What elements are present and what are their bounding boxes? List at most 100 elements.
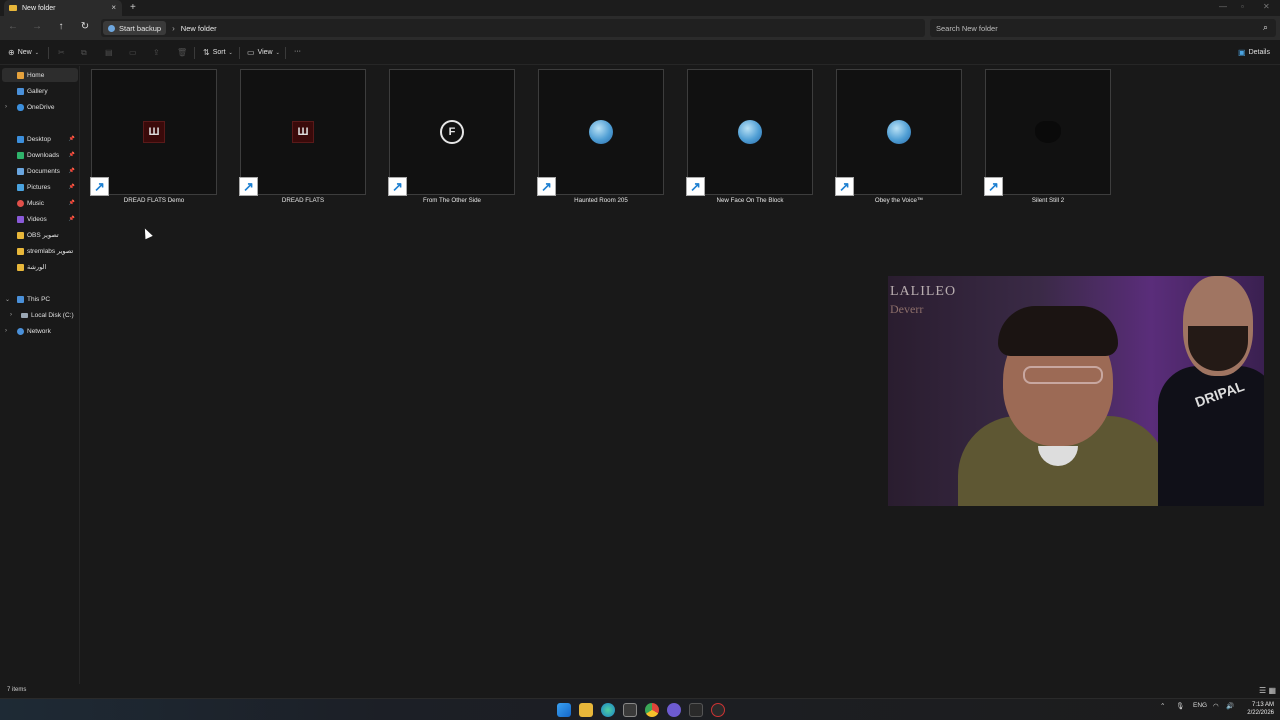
file-name[interactable]: Obey the Voice™ (836, 197, 962, 204)
document-icon (17, 167, 24, 175)
globe-icon (738, 120, 762, 144)
sidebar-item-network[interactable]: › Network (0, 324, 78, 338)
chevron-right-icon[interactable]: › (5, 328, 7, 334)
xbox-icon[interactable] (689, 703, 703, 717)
desktop-icon (17, 135, 24, 143)
sort-button[interactable]: ⇅ Sort ⌄ (203, 48, 236, 57)
folder-icon (17, 231, 24, 239)
tab-new-folder[interactable]: New folder × (4, 0, 122, 16)
pin-icon[interactable]: 📌 (69, 200, 75, 206)
details-button[interactable]: ▣ Details (1238, 48, 1270, 57)
search-input[interactable]: Search New folder ⌕ (930, 19, 1276, 37)
start-icon[interactable] (557, 703, 571, 717)
sidebar-item-label: Network (27, 327, 51, 335)
new-tab-button[interactable]: + (130, 2, 136, 13)
file-name[interactable]: New Face On The Block (687, 197, 813, 204)
file-name[interactable]: Haunted Room 205 (538, 197, 664, 204)
chrome-icon[interactable] (645, 703, 659, 717)
new-button[interactable]: ⊕ New ⌄ (8, 48, 42, 57)
pin-icon[interactable]: 📌 (69, 152, 75, 158)
file-tile[interactable]: Ш ↗ (239, 69, 366, 196)
sidebar-item-downloads[interactable]: Downloads 📌 (0, 148, 78, 162)
sidebar-item-label: Pictures (27, 183, 51, 191)
sidebar-item-workshop[interactable]: الورشة (0, 260, 78, 274)
cut-button[interactable]: ✂ (58, 48, 68, 57)
edge-icon[interactable] (601, 703, 615, 717)
rename-button[interactable]: ▭ (129, 48, 140, 57)
mouse-cursor-icon (141, 226, 153, 240)
search-icon[interactable]: ⌕ (1263, 22, 1268, 33)
sidebar-item-label: stremlabs تصوير (27, 248, 74, 255)
store-icon[interactable] (623, 703, 637, 717)
copy-button[interactable]: ⧉ (81, 48, 90, 58)
sidebar-item-local-disk[interactable]: › Local Disk (C:) (0, 308, 78, 322)
chevron-right-icon[interactable]: › (172, 24, 175, 33)
breadcrumb-new-folder[interactable]: New folder (181, 24, 217, 33)
file-name[interactable]: From The Other Side (389, 197, 515, 204)
up-icon[interactable]: ↑ (54, 21, 68, 32)
chevron-right-icon[interactable]: › (10, 312, 12, 318)
share-button[interactable]: ⇪ (153, 48, 163, 57)
refresh-icon[interactable]: ↻ (78, 21, 92, 32)
sidebar-item-label: Local Disk (C:) (31, 311, 74, 319)
discord-icon[interactable] (667, 703, 681, 717)
sidebar-item-videos[interactable]: Videos 📌 (0, 212, 78, 226)
sidebar-item-documents[interactable]: Documents 📌 (0, 164, 78, 178)
obs-icon[interactable] (711, 703, 725, 717)
music-icon (17, 199, 24, 207)
breadcrumb-start-backup[interactable]: Start backup (103, 21, 167, 35)
file-tile[interactable]: ↗ (537, 69, 664, 196)
file-name[interactable]: DREAD FLATS Demo (91, 197, 217, 204)
more-icon: ··· (294, 48, 301, 55)
taskbar: ⌃ 🎙 ENG ◠ 🔊 7:13 AM 2/22/2026 (0, 698, 1280, 720)
file-name[interactable]: DREAD FLATS (240, 197, 366, 204)
microphone-icon[interactable]: 🎙 (1176, 702, 1184, 710)
file-tile[interactable]: Ш ↗ (90, 69, 217, 196)
back-icon[interactable]: ← (6, 21, 20, 32)
delete-button[interactable]: 🗑 (177, 48, 190, 57)
sidebar-item-obs[interactable]: OBS تصوير (0, 228, 78, 242)
language-indicator[interactable]: ENG (1193, 702, 1207, 709)
divider (194, 47, 195, 59)
pin-icon[interactable]: 📌 (69, 216, 75, 222)
breadcrumb[interactable]: Start backup › New folder (101, 19, 925, 37)
minimize-icon[interactable]: — (1219, 2, 1227, 11)
sidebar-item-pictures[interactable]: Pictures 📌 (0, 180, 78, 194)
sidebar-item-desktop[interactable]: Desktop 📌 (0, 132, 78, 146)
file-tile[interactable]: ↗ (686, 69, 813, 196)
pin-icon[interactable]: 📌 (69, 136, 75, 142)
clock[interactable]: 7:13 AM 2/22/2026 (1238, 701, 1274, 717)
more-options-button[interactable]: ··· (294, 48, 301, 55)
view-toggle[interactable]: ☰ ▦ (1259, 686, 1276, 695)
file-tile[interactable]: F ↗ (388, 69, 515, 196)
maximize-icon[interactable]: ▫ (1241, 2, 1244, 11)
sidebar-item-gallery[interactable]: Gallery (0, 84, 78, 98)
sidebar-item-this-pc[interactable]: ⌄ This PC (0, 292, 78, 306)
gallery-icon (17, 87, 24, 95)
sidebar-item-home[interactable]: Home (2, 68, 78, 82)
file-tile[interactable]: ↗ (835, 69, 962, 196)
globe-icon (887, 120, 911, 144)
chevron-down-icon[interactable]: ⌄ (5, 296, 10, 303)
forward-icon[interactable]: → (30, 21, 44, 32)
paste-button[interactable]: ▤ (105, 48, 116, 57)
wifi-icon[interactable]: ◠ (1213, 702, 1219, 710)
close-window-icon[interactable]: ✕ (1263, 2, 1270, 11)
sidebar-item-music[interactable]: Music 📌 (0, 196, 78, 210)
folder-icon (17, 247, 24, 255)
chevron-up-icon[interactable]: ⌃ (1160, 702, 1165, 710)
file-name[interactable]: Silent Still 2 (985, 197, 1111, 204)
file-tile[interactable]: ↗ (984, 69, 1111, 196)
sidebar-item-streamlabs[interactable]: stremlabs تصوير (0, 244, 78, 258)
close-tab-icon[interactable]: × (111, 3, 116, 12)
sidebar-item-onedrive[interactable]: › OneDrive (0, 100, 78, 114)
chevron-right-icon[interactable]: › (5, 104, 7, 110)
folder-icon (17, 263, 24, 271)
webcam-overlay: LALILEO Deverr DRIPAL (888, 276, 1264, 506)
shortcut-arrow-icon: ↗ (984, 177, 1003, 196)
view-button[interactable]: ▭ View ⌄ (247, 48, 283, 57)
pin-icon[interactable]: 📌 (69, 184, 75, 190)
file-explorer-icon[interactable] (579, 703, 593, 717)
volume-icon[interactable]: 🔊 (1226, 702, 1234, 710)
pin-icon[interactable]: 📌 (69, 168, 75, 174)
